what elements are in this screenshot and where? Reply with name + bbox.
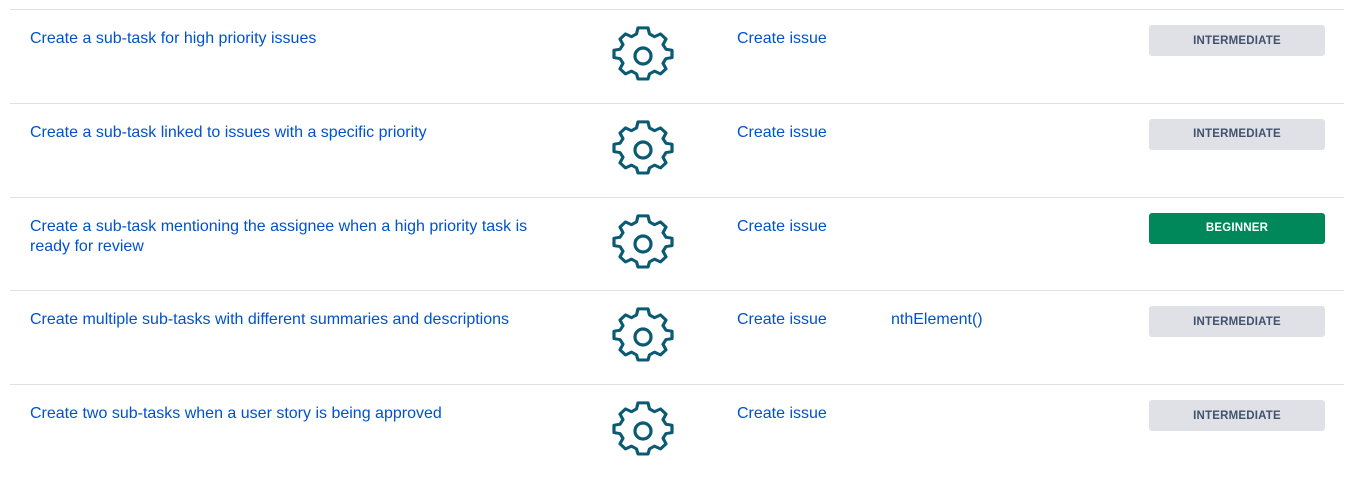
action-link[interactable]: Create issue [737, 217, 827, 237]
action-link[interactable]: Create issue [737, 123, 827, 143]
examples-table: Create a sub-task for high priority issu… [10, 9, 1344, 478]
gear-icon [611, 399, 675, 463]
level-badge: INTERMEDIATE [1149, 400, 1325, 432]
example-title-link[interactable]: Create two sub-tasks when a user story i… [30, 404, 560, 424]
function-link[interactable]: nthElement() [891, 310, 983, 330]
table-row: Create a sub-task linked to issues with … [10, 102, 1344, 197]
example-title-link[interactable]: Create a sub-task linked to issues with … [30, 123, 560, 143]
level-badge: INTERMEDIATE [1149, 25, 1325, 56]
table-row: Create a sub-task for high priority issu… [10, 9, 1344, 103]
table-row: Create a sub-task mentioning the assigne… [10, 196, 1344, 291]
action-link[interactable]: Create issue [737, 404, 827, 424]
gear-icon [611, 118, 675, 182]
table-row: Create multiple sub-tasks with different… [10, 290, 1344, 384]
gear-icon [611, 212, 675, 276]
table-row: Create two sub-tasks when a user story i… [10, 384, 1344, 478]
example-title-link[interactable]: Create a sub-task for high priority issu… [30, 29, 560, 49]
level-badge: INTERMEDIATE [1149, 306, 1325, 338]
action-link[interactable]: Create issue [737, 29, 827, 49]
level-badge: INTERMEDIATE [1149, 118, 1325, 150]
example-title-link[interactable]: Create a sub-task mentioning the assigne… [30, 217, 560, 257]
action-link[interactable]: Create issue [737, 310, 827, 330]
gear-icon [611, 24, 675, 88]
level-badge: BEGINNER [1149, 212, 1325, 244]
gear-icon [611, 305, 675, 369]
example-title-link[interactable]: Create multiple sub-tasks with different… [30, 310, 560, 330]
